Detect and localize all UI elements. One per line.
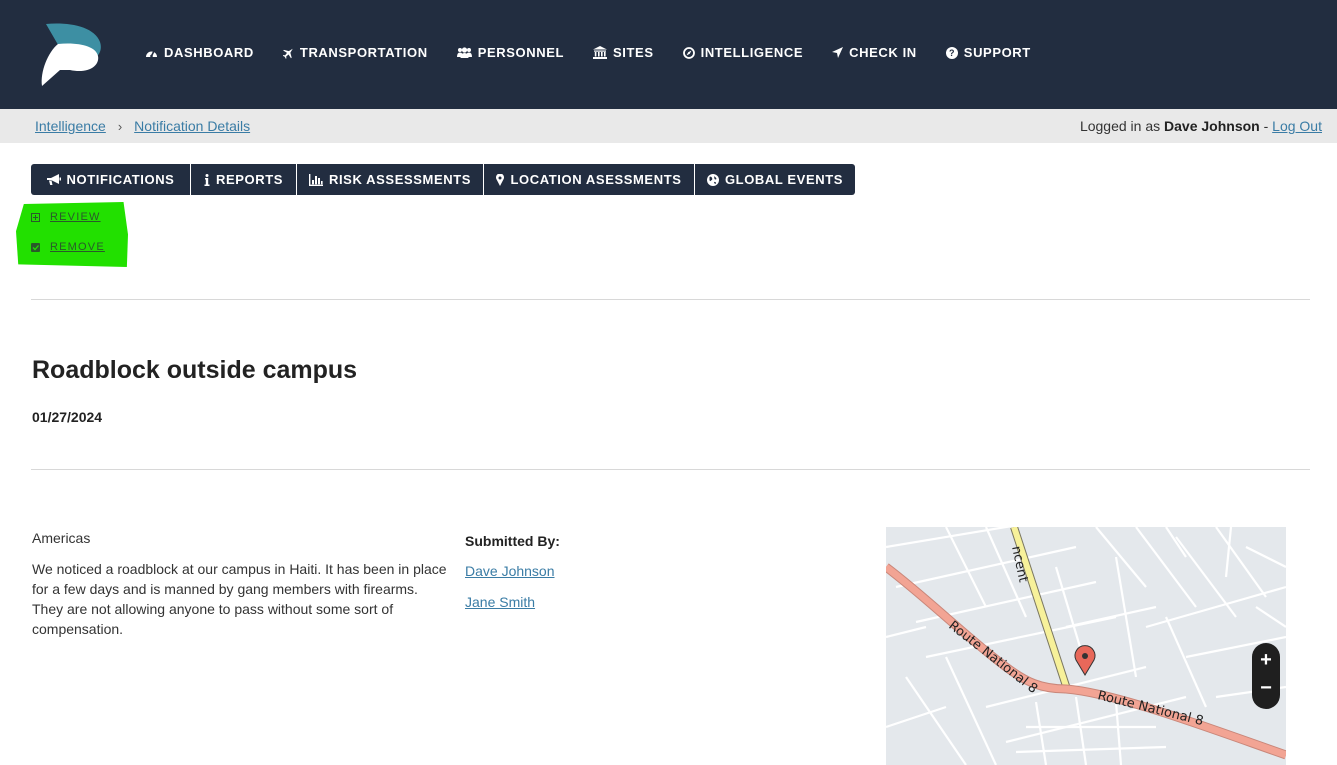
map-marker-icon xyxy=(496,173,505,186)
map-marker-icon[interactable] xyxy=(1074,645,1096,676)
location-map[interactable]: ncent Route National 8 Route National 8 … xyxy=(886,527,1286,765)
logout-link[interactable]: Log Out xyxy=(1272,118,1322,134)
nav-dashboard-label: DASHBOARD xyxy=(164,45,254,60)
plane-icon xyxy=(282,48,293,59)
svg-text:?: ? xyxy=(949,48,955,58)
notification-region: Americas xyxy=(32,530,91,546)
bullhorn-icon xyxy=(46,173,61,185)
breadcrumb-intelligence[interactable]: Intelligence xyxy=(35,118,106,134)
tab-reports[interactable]: REPORTS xyxy=(191,164,297,195)
bar-chart-icon xyxy=(308,173,323,186)
nav-check-in-label: CHECK IN xyxy=(849,45,917,60)
plus-square-icon xyxy=(31,212,40,222)
review-action[interactable]: REVIEW xyxy=(31,211,101,223)
check-square-icon xyxy=(31,242,40,252)
submitted-by-label: Submitted By: xyxy=(465,533,560,549)
users-icon xyxy=(456,47,472,58)
top-navbar: DASHBOARD TRANSPORTATION PERSONNEL SITES… xyxy=(0,0,1337,109)
breadcrumb: Intelligence › Notification Details xyxy=(35,118,250,134)
remove-action[interactable]: REMOVE xyxy=(31,241,105,253)
login-status: Logged in as Dave Johnson - Log Out xyxy=(1080,118,1322,134)
zoom-out-button[interactable]: − xyxy=(1252,675,1280,703)
nav-support-label: SUPPORT xyxy=(963,45,1031,60)
street-label: ncent xyxy=(1008,545,1030,584)
breadcrumb-separator: › xyxy=(117,118,123,134)
submitter-link[interactable]: Dave Johnson xyxy=(465,563,555,579)
nav-dashboard[interactable]: DASHBOARD xyxy=(145,45,254,60)
nav-personnel-label: PERSONNEL xyxy=(477,45,565,60)
nav-intelligence[interactable]: INTELLIGENCE xyxy=(682,45,804,60)
intelligence-tabs: NOTIFICATIONS REPORTS RISK ASSESSMENTS L… xyxy=(31,164,855,195)
nav-sites-label: SITES xyxy=(613,45,654,60)
remove-link[interactable]: REMOVE xyxy=(50,241,105,253)
info-icon xyxy=(204,173,210,186)
nav-transportation-label: TRANSPORTATION xyxy=(299,45,428,60)
location-arrow-icon xyxy=(832,47,844,58)
notification-description: We noticed a roadblock at our campus in … xyxy=(32,561,447,637)
tab-location-assessments-label: LOCATION ASESSMENTS xyxy=(510,172,682,187)
road-label: Route National 8 xyxy=(1096,688,1205,729)
divider xyxy=(31,469,1310,470)
logo-icon[interactable] xyxy=(38,20,104,88)
tab-global-events-label: GLOBAL EVENTS xyxy=(724,172,844,187)
divider xyxy=(31,299,1310,300)
tab-risk-assessments[interactable]: RISK ASSESSMENTS xyxy=(297,164,484,195)
login-dash: - xyxy=(1263,118,1269,134)
page-title: Roadblock outside campus xyxy=(32,356,358,384)
nav-sites[interactable]: SITES xyxy=(593,45,654,60)
nav-transportation[interactable]: TRANSPORTATION xyxy=(282,45,428,60)
submitter-link[interactable]: Jane Smith xyxy=(465,594,535,610)
tab-global-events[interactable]: GLOBAL EVENTS xyxy=(695,164,855,195)
tab-risk-assessments-label: RISK ASSESSMENTS xyxy=(328,172,472,187)
question-icon: ? xyxy=(945,46,958,59)
nav-personnel[interactable]: PERSONNEL xyxy=(456,45,565,60)
breadcrumb-bar: Intelligence › Notification Details Logg… xyxy=(0,109,1337,143)
notification-date: 01/27/2024 xyxy=(32,409,103,425)
breadcrumb-notification-details[interactable]: Notification Details xyxy=(134,118,250,134)
bank-icon xyxy=(593,46,608,59)
nav-support[interactable]: ? SUPPORT xyxy=(945,45,1031,60)
review-link[interactable]: REVIEW xyxy=(50,211,101,223)
dashboard-icon xyxy=(146,50,157,58)
map-zoom-control: + − xyxy=(1252,643,1280,709)
zoom-in-button[interactable]: + xyxy=(1252,647,1280,675)
login-prefix: Logged in as xyxy=(1079,118,1161,134)
tab-notifications[interactable]: NOTIFICATIONS xyxy=(31,164,191,195)
globe-icon xyxy=(706,173,719,186)
tab-notifications-label: NOTIFICATIONS xyxy=(66,172,175,187)
nav-check-in[interactable]: CHECK IN xyxy=(832,45,917,60)
map-streets: ncent Route National 8 Route National 8 xyxy=(886,527,1286,765)
tab-reports-label: REPORTS xyxy=(215,172,284,187)
nav-intelligence-label: INTELLIGENCE xyxy=(700,45,804,60)
compass-icon xyxy=(682,46,695,59)
login-user: Dave Johnson xyxy=(1164,118,1260,134)
tab-location-assessments[interactable]: LOCATION ASESSMENTS xyxy=(484,164,695,195)
